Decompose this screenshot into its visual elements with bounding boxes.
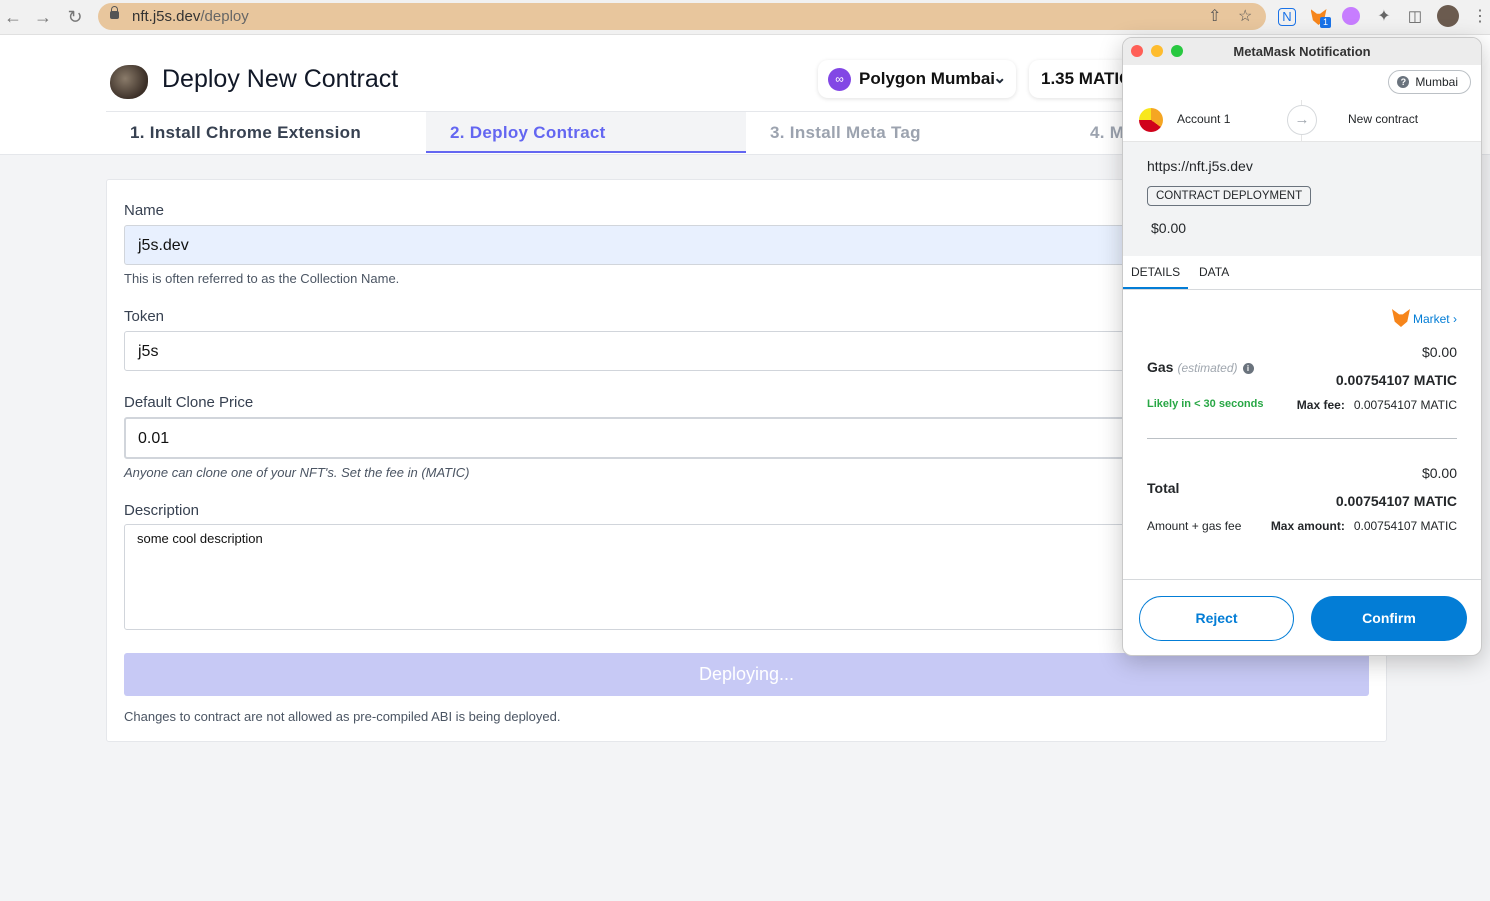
puzzle-icon[interactable]: ✦ (1374, 7, 1394, 27)
amount-gas-label: Amount + gas fee (1147, 519, 1242, 533)
description-label: Description (124, 502, 200, 519)
tab-deploy-contract[interactable]: 2. Deploy Contract (426, 112, 746, 153)
chevron-right-icon: › (1453, 312, 1457, 326)
info-icon[interactable]: i (1242, 363, 1254, 374)
name-help: This is often referred to as the Collect… (124, 271, 400, 286)
extension-badge: 1 (1320, 17, 1331, 28)
extension-n-icon[interactable]: N (1278, 8, 1296, 26)
url-text: nft.j5s.dev/deploy (132, 8, 249, 25)
network-badge[interactable]: ? Mumbai (1388, 70, 1471, 94)
token-label: Token (124, 308, 165, 325)
metamask-window: MetaMask Notification ? Mumbai Account 1… (1122, 37, 1482, 656)
account-name: Account 1 (1177, 112, 1231, 126)
contract-deployment-badge: CONTRACT DEPLOYMENT (1147, 186, 1312, 206)
transaction-amount: $0.00 (1151, 220, 1187, 236)
tab-data[interactable]: DATA (1191, 256, 1237, 287)
name-label: Name (124, 202, 165, 219)
metamask-extension-icon[interactable]: 1 (1310, 7, 1331, 28)
gas-estimated: (estimated) (1177, 361, 1238, 375)
profile-avatar[interactable] (1437, 5, 1459, 27)
forward-arrow-icon[interactable]: → (32, 6, 54, 28)
price-label: Default Clone Price (124, 394, 254, 411)
recipient-label: New contract (1348, 112, 1419, 126)
metamask-header: ? Mumbai (1123, 65, 1481, 101)
total-label: Total (1147, 480, 1180, 496)
price-help: Anyone can clone one of your NFT's. Set … (124, 465, 470, 480)
arrow-right-icon: → (1287, 105, 1317, 135)
window-title: MetaMask Notification (1233, 44, 1371, 59)
reject-button[interactable]: Reject (1139, 596, 1294, 641)
deploy-button[interactable]: Deploying... (124, 653, 1369, 696)
total-fiat: $0.00 (1421, 465, 1457, 481)
divider (1123, 579, 1481, 580)
metamask-tabs: DETAILS DATA (1123, 256, 1481, 290)
gas-matic: 0.00754107 MATIC (1335, 372, 1457, 388)
likely-time: Likely in < 30 seconds (1147, 398, 1264, 410)
logo (110, 65, 148, 99)
confirm-button[interactable]: Confirm (1311, 596, 1467, 641)
browser-toolbar: ← → ↻ nft.j5s.dev/deploy ⇧ ☆ N 1 ✦ ◫ ⋮ (0, 0, 1490, 35)
max-fee: Max fee: 0.00754107 MATIC (1296, 398, 1457, 412)
star-icon[interactable]: ☆ (1238, 6, 1252, 26)
chevron-down-icon: ⌄ (993, 70, 1007, 87)
sidepanel-icon[interactable]: ◫ (1405, 7, 1425, 27)
origin-url: https://nft.j5s.dev (1147, 158, 1253, 174)
tab-install-extension[interactable]: 1. Install Chrome Extension (106, 112, 426, 153)
market-link[interactable]: Market › (1391, 309, 1457, 327)
max-amount: Max amount: 0.00754107 MATIC (1270, 519, 1457, 533)
total-matic: 0.00754107 MATIC (1335, 493, 1457, 509)
extension-circle-icon[interactable] (1342, 7, 1360, 25)
share-icon[interactable]: ⇧ (1208, 6, 1221, 26)
page-title: Deploy New Contract (162, 65, 399, 93)
network-label: Polygon Mumbai (859, 69, 995, 88)
gas-label: Gas (estimated) i (1147, 359, 1254, 375)
fox-icon (1391, 309, 1410, 327)
menu-dots-icon[interactable]: ⋮ (1470, 7, 1490, 27)
sender-recipient-row: Account 1 → New contract (1123, 100, 1481, 142)
gas-fiat: $0.00 (1421, 344, 1457, 360)
network-selector[interactable]: ∞ Polygon Mumbai ⌄ (818, 60, 1016, 98)
transaction-summary: https://nft.j5s.dev CONTRACT DEPLOYMENT … (1123, 142, 1481, 256)
divider (1147, 438, 1457, 439)
tab-install-meta-tag[interactable]: 3. Install Meta Tag (746, 112, 1066, 153)
reload-icon[interactable]: ↻ (64, 6, 86, 28)
lock-icon (110, 6, 119, 19)
account-avatar (1139, 108, 1163, 132)
tab-details[interactable]: DETAILS (1123, 256, 1189, 289)
question-icon: ? (1397, 76, 1410, 88)
network-name: Mumbai (1415, 75, 1458, 89)
footer-note: Changes to contract are not allowed as p… (124, 709, 561, 724)
address-bar[interactable]: nft.j5s.dev/deploy ⇧ ☆ (98, 3, 1266, 30)
window-titlebar: MetaMask Notification (1123, 38, 1481, 66)
back-arrow-icon[interactable]: ← (2, 6, 24, 28)
balance-label: 1.35 MATIC (1041, 69, 1132, 88)
polygon-icon: ∞ (828, 68, 851, 91)
